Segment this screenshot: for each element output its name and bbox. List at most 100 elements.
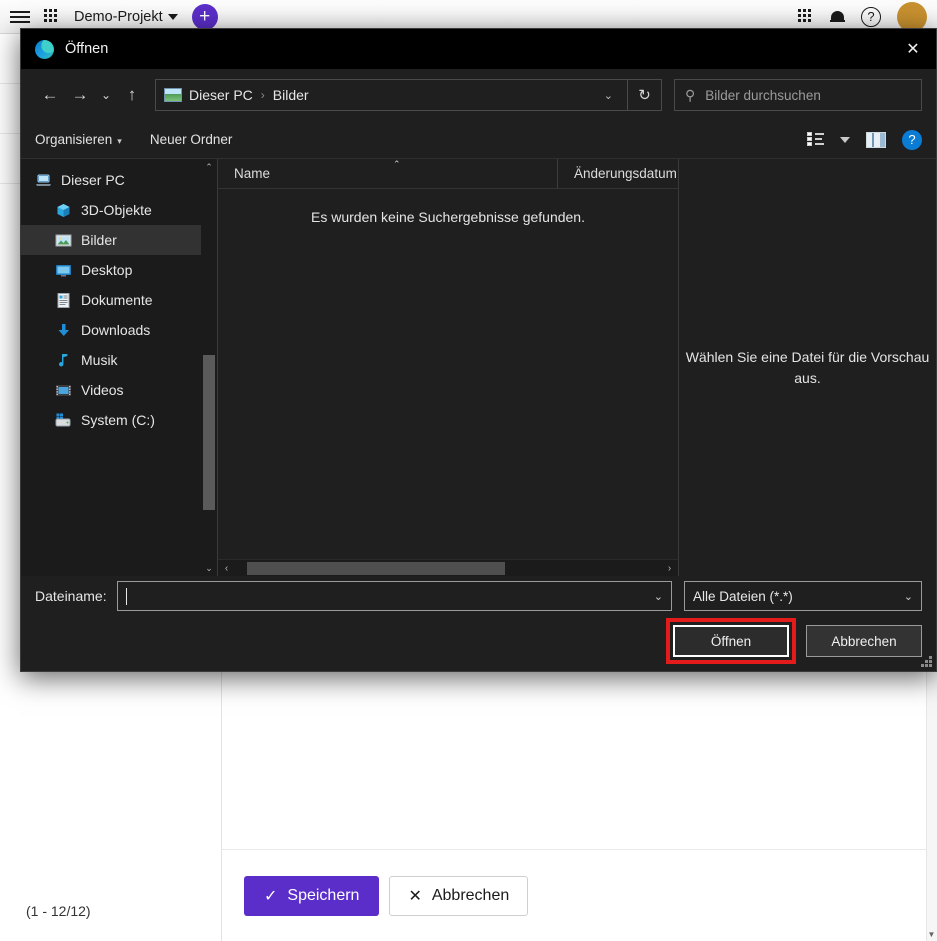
filename-input[interactable]: ⌄ [117, 581, 672, 611]
close-icon: ✕ [408, 886, 421, 906]
empty-results-message: Es wurden keine Suchergebnisse gefunden. [218, 209, 678, 225]
up-button[interactable]: ↑ [117, 80, 147, 110]
scroll-down-arrow[interactable]: ⌄ [201, 560, 217, 576]
project-selector[interactable]: Demo-Projekt [74, 9, 178, 25]
tree-item-desktop[interactable]: Desktop [21, 255, 217, 285]
scroll-left-arrow[interactable]: ‹ [218, 563, 235, 574]
chevron-down-icon[interactable]: ⌄ [646, 590, 663, 603]
cancel-button[interactable]: Abbrechen [806, 625, 922, 657]
tree-item-label: Dokumente [81, 292, 153, 308]
organize-button[interactable]: Organisieren ▾ [35, 132, 122, 147]
desktop-icon [55, 262, 72, 279]
file-list-header: Name ⌃ Änderungsdatum [218, 159, 678, 189]
cancel-button[interactable]: ✕ Abbrechen [389, 876, 528, 916]
tree-item-3d-objekte[interactable]: 3D-Objekte [21, 195, 217, 225]
bell-icon[interactable] [830, 9, 845, 25]
chevron-down-icon[interactable] [840, 137, 850, 143]
back-button[interactable]: ← [35, 80, 65, 110]
scroll-down-arrow[interactable]: ▼ [927, 930, 936, 939]
documents-icon [55, 292, 72, 309]
navigation-tree: Dieser PC 3D-Objekte Bilder Desktop [21, 159, 217, 576]
tree-item-label: Desktop [81, 262, 132, 278]
column-header-name[interactable]: Name ⌃ [218, 159, 558, 189]
refresh-icon[interactable]: ↻ [628, 79, 662, 111]
tree-item-downloads[interactable]: Downloads [21, 315, 217, 345]
close-icon[interactable]: ✕ [890, 29, 936, 69]
tree-scrollbar[interactable]: ⌃ ⌄ [201, 159, 217, 576]
tree-item-system-c[interactable]: System (C:) [21, 405, 217, 435]
preview-message: Wählen Sie eine Datei für die Vorschau a… [685, 347, 930, 388]
resize-grip[interactable] [921, 656, 933, 668]
column-header-modified[interactable]: Änderungsdatum [558, 159, 677, 189]
tree-item-dokumente[interactable]: Dokumente [21, 285, 217, 315]
add-button[interactable]: + [192, 4, 218, 30]
forward-button[interactable]: → [65, 80, 95, 110]
dialog-button-row: Öffnen Abbrechen [21, 612, 936, 664]
tree-item-musik[interactable]: Musik [21, 345, 217, 375]
scroll-right-arrow[interactable]: › [661, 563, 678, 574]
dialog-navbar: ← → ⌄ ↑ Dieser PC › Bilder ⌄ ↻ ⚲ Bilder … [21, 69, 936, 121]
tree-item-label: System (C:) [81, 412, 155, 428]
edge-logo-icon [35, 40, 54, 59]
cube-icon [55, 202, 72, 219]
breadcrumb-item-dieser-pc[interactable]: Dieser PC [189, 87, 253, 103]
breadcrumb-separator: › [261, 88, 265, 102]
pictures-folder-icon [164, 88, 182, 102]
tree-item-label: Musik [81, 352, 118, 368]
pictures-icon [55, 232, 72, 249]
chevron-down-icon[interactable]: ⌄ [896, 590, 913, 603]
scrollbar-thumb[interactable] [247, 562, 505, 575]
filename-row: Dateiname: ⌄ Alle Dateien (*.*) ⌄ [21, 580, 936, 612]
sort-ascending-icon: ⌃ [393, 159, 401, 170]
app-grid-icon[interactable] [44, 9, 60, 25]
open-button-highlight: Öffnen [666, 618, 796, 664]
avatar[interactable] [897, 2, 927, 32]
project-name: Demo-Projekt [74, 9, 163, 25]
view-list-icon[interactable] [807, 132, 824, 147]
tree-item-bilder[interactable]: Bilder [21, 225, 217, 255]
music-icon [55, 352, 72, 369]
filetype-select[interactable]: Alle Dateien (*.*) ⌄ [684, 581, 922, 611]
dialog-titlebar[interactable]: Öffnen ✕ [21, 29, 936, 69]
filetype-value: Alle Dateien (*.*) [693, 589, 793, 604]
preview-pane: Wählen Sie eine Datei für die Vorschau a… [678, 159, 936, 576]
new-folder-button[interactable]: Neuer Ordner [150, 132, 233, 147]
text-cursor [126, 588, 127, 605]
pager-label: (1 - 12/12) [26, 903, 91, 919]
save-label: Speichern [287, 887, 359, 905]
tree-item-videos[interactable]: Videos [21, 375, 217, 405]
scrollbar-thumb[interactable] [203, 355, 215, 510]
breadcrumb-item-bilder[interactable]: Bilder [273, 87, 309, 103]
tree-item-label: Bilder [81, 232, 117, 248]
hamburger-icon[interactable] [10, 10, 30, 24]
check-icon: ✓ [264, 886, 277, 906]
column-label: Name [234, 166, 270, 181]
search-input[interactable]: ⚲ Bilder durchsuchen [674, 79, 922, 111]
organize-label: Organisieren [35, 132, 112, 147]
chevron-down-icon[interactable]: ⌄ [598, 89, 619, 102]
tree-item-label: Dieser PC [61, 172, 125, 188]
downloads-icon [55, 322, 72, 339]
cancel-label: Abbrechen [432, 887, 509, 905]
file-list-hscrollbar[interactable]: ‹ › [218, 559, 678, 576]
help-icon[interactable]: ? [902, 130, 922, 150]
save-button[interactable]: ✓ Speichern [244, 876, 379, 916]
help-icon[interactable]: ? [861, 7, 881, 27]
tree-item-label: Downloads [81, 322, 150, 338]
tree-item-dieser-pc[interactable]: Dieser PC [21, 165, 217, 195]
column-label: Änderungsdatum [574, 166, 677, 181]
videos-icon [55, 382, 72, 399]
open-button[interactable]: Öffnen [673, 625, 789, 657]
chevron-down-icon: ▾ [117, 136, 122, 146]
computer-icon [35, 172, 52, 189]
address-bar[interactable]: Dieser PC › Bilder ⌄ [155, 79, 628, 111]
topbar-right-group: ? [798, 2, 927, 32]
open-file-dialog: Öffnen ✕ ← → ⌄ ↑ Dieser PC › Bilder ⌄ ↻ … [20, 28, 937, 672]
scroll-up-arrow[interactable]: ⌃ [201, 159, 217, 175]
preview-pane-icon[interactable] [866, 132, 886, 148]
apps-grid-icon[interactable] [798, 9, 814, 25]
hscroll-track[interactable] [235, 560, 661, 577]
search-placeholder: Bilder durchsuchen [705, 88, 821, 103]
recent-locations-button[interactable]: ⌄ [95, 80, 117, 110]
detail-footer: ✓ Speichern ✕ Abbrechen [222, 849, 926, 941]
